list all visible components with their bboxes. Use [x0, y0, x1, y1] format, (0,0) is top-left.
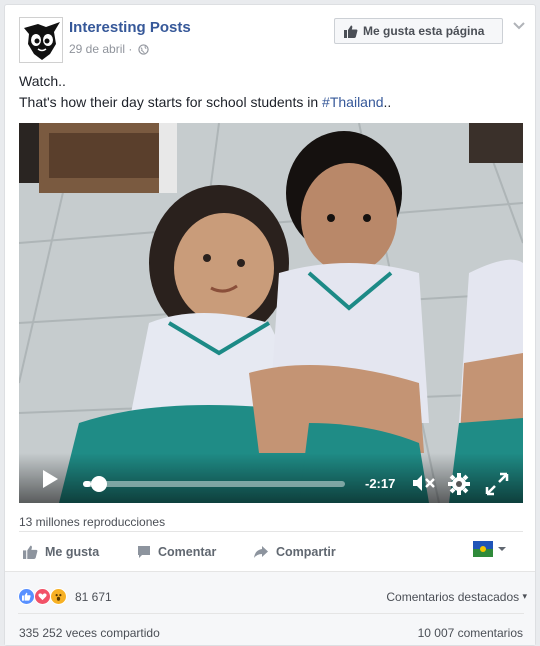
post-text-suffix: ..	[383, 94, 392, 110]
reactions-section: 81 671 Comentarios destacados ▾ 335 252 …	[5, 571, 535, 645]
reaction-icons[interactable]	[18, 588, 67, 605]
wow-reaction-icon	[50, 588, 67, 605]
caret-down-icon: ▾	[522, 591, 527, 601]
mute-icon[interactable]	[411, 472, 437, 499]
audience-selector[interactable]	[473, 541, 509, 564]
thumbs-up-icon	[23, 545, 38, 559]
comment-count[interactable]: 10 007 comentarios	[418, 626, 523, 640]
comment-button[interactable]: Comentar	[137, 537, 216, 567]
top-comments-dropdown[interactable]: Comentarios destacados ▾	[386, 590, 527, 604]
meta-separator: ·	[128, 42, 133, 56]
share-label: Compartir	[276, 545, 336, 559]
page-avatar[interactable]	[19, 17, 63, 63]
post-card: Interesting Posts 29 de abril · Me gusta…	[4, 4, 536, 646]
post-date[interactable]: 29 de abril	[69, 42, 125, 56]
post-text-body: That's how their day starts for school s…	[19, 94, 323, 110]
view-count: 13 millones reproducciones	[19, 515, 166, 529]
flag-icon	[473, 541, 506, 557]
reaction-count[interactable]: 81 671	[75, 590, 112, 604]
comment-icon	[138, 546, 150, 558]
like-label: Me gusta	[45, 545, 100, 559]
chevron-down-icon[interactable]	[510, 17, 528, 35]
post-text-line2: That's how their day starts for school s…	[19, 92, 391, 113]
post-meta: 29 de abril ·	[69, 42, 149, 58]
video-controls: -2:17	[19, 453, 523, 503]
like-button[interactable]: Me gusta	[23, 537, 99, 567]
fullscreen-icon[interactable]	[485, 472, 509, 501]
post-text-line1: Watch..	[19, 73, 66, 89]
post-text: Watch.. That's how their day starts for …	[19, 71, 391, 113]
like-page-label: Me gusta esta página	[363, 24, 485, 38]
progress-fill	[83, 481, 91, 487]
divider	[19, 531, 523, 532]
love-reaction-icon	[34, 588, 51, 605]
page-name-link[interactable]: Interesting Posts	[69, 19, 191, 36]
share-icon	[254, 546, 268, 558]
progress-handle[interactable]	[91, 476, 107, 492]
globe-icon[interactable]	[138, 44, 149, 58]
time-remaining: -2:17	[365, 476, 396, 491]
divider	[18, 613, 524, 614]
like-reaction-icon	[18, 588, 35, 605]
top-comments-label: Comentarios destacados	[386, 590, 520, 604]
action-bar: Me gusta Comentar Compartir	[19, 537, 523, 567]
comment-label: Comentar	[158, 545, 217, 559]
video-frame	[19, 123, 523, 503]
hashtag-link[interactable]: #Thailand	[322, 94, 384, 110]
share-button[interactable]: Compartir	[253, 537, 336, 567]
play-icon[interactable]	[41, 469, 59, 494]
gear-icon[interactable]	[447, 472, 471, 501]
thumbs-up-icon	[344, 25, 358, 38]
progress-bar[interactable]	[83, 476, 345, 492]
video-player[interactable]: -2:17	[19, 123, 523, 503]
share-count[interactable]: 335 252 veces compartido	[19, 626, 160, 640]
like-page-button[interactable]: Me gusta esta página	[334, 18, 503, 44]
